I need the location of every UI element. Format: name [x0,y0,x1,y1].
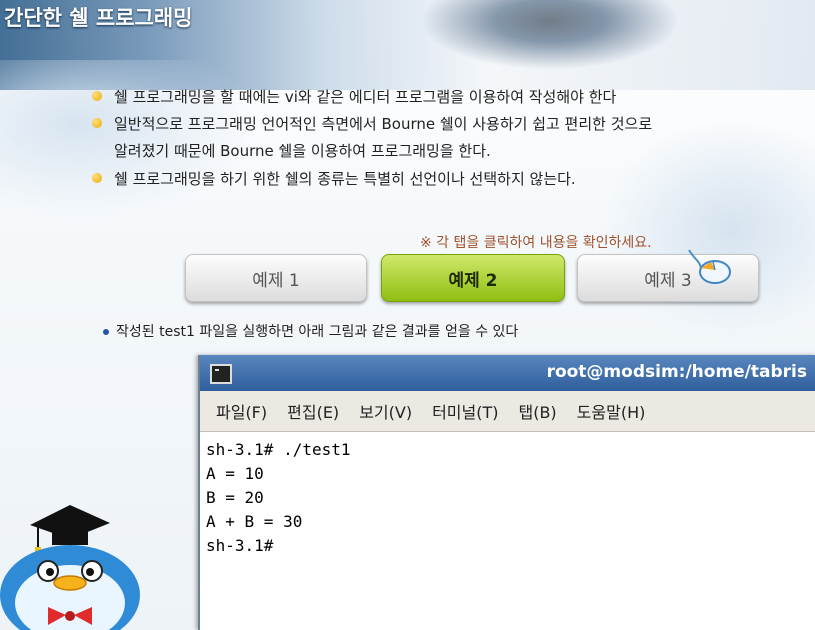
bullet-text: 일반적으로 프로그래밍 언어적인 측면에서 Bourne 쉘이 사용하기 쉽고 … [114,115,653,133]
menu-view[interactable]: 보기(V) [359,399,412,423]
terminal-line: sh-3.1# ./test1 [206,440,351,459]
menu-file[interactable]: 파일(F) [216,399,267,423]
bullet-icon [92,118,102,128]
tab-hint-text: ※ 각 탭을 클릭하여 내용을 확인하세요. [420,235,652,251]
list-item: 일반적으로 프로그래밍 언어적인 측면에서 Bourne 쉘이 사용하기 쉽고 … [90,113,652,135]
tab-example-1[interactable]: 예제 1 [185,254,367,302]
tab-example-2[interactable]: 예제 2 [381,254,565,302]
menu-help[interactable]: 도움말(H) [577,399,646,423]
mouse-cursor-icon [688,249,731,284]
list-item: 쉘 프로그래밍을 할 때에는 vi와 같은 에디터 프로그램을 이용하여 작성해… [90,86,616,108]
list-item: 쉘 프로그래밍을 하기 위한 쉘의 종류는 특별히 선언이나 선택하지 않는다. [90,168,576,190]
bullet-text: 쉘 프로그래밍을 하기 위한 쉘의 종류는 특별히 선언이나 선택하지 않는다. [114,170,576,188]
decorative-splash [600,120,815,340]
list-item: 알려졌기 때문에 Bourne 쉘을 이용하여 프로그래밍을 한다. [90,140,491,162]
note-bullet-icon [103,329,109,335]
penguin-mascot [0,505,140,630]
decorative-splash [420,0,680,70]
terminal-titlebar[interactable]: root@modsim:/home/tabris [200,355,815,391]
bullet-text: 쉘 프로그래밍을 할 때에는 vi와 같은 에디터 프로그램을 이용하여 작성해… [114,88,617,106]
terminal-window: root@modsim:/home/tabris 파일(F) 편집(E) 보기(… [198,355,815,630]
terminal-line: A = 10 [206,464,264,483]
note-text: 작성된 test1 파일을 실행하면 아래 그림과 같은 결과를 얻을 수 있다 [116,324,519,340]
terminal-icon [210,364,232,384]
bullet-text: 알려졌기 때문에 Bourne 쉘을 이용하여 프로그래밍을 한다. [114,142,491,160]
terminal-menubar: 파일(F) 편집(E) 보기(V) 터미널(T) 탭(B) 도움말(H) [200,391,815,432]
menu-edit[interactable]: 편집(E) [287,399,339,423]
terminal-title: root@modsim:/home/tabris [546,362,807,382]
terminal-output[interactable]: sh-3.1# ./test1 A = 10 B = 20 A + B = 30… [200,432,815,564]
terminal-line: B = 20 [206,488,264,507]
menu-terminal[interactable]: 터미널(T) [432,399,498,423]
menu-tabs[interactable]: 탭(B) [518,399,556,423]
terminal-line: A + B = 30 [206,512,303,531]
bullet-icon [92,91,102,101]
terminal-line: sh-3.1# [206,536,274,555]
bullet-icon [92,173,102,183]
page-title: 간단한 쉘 프로그래밍 [4,6,193,30]
